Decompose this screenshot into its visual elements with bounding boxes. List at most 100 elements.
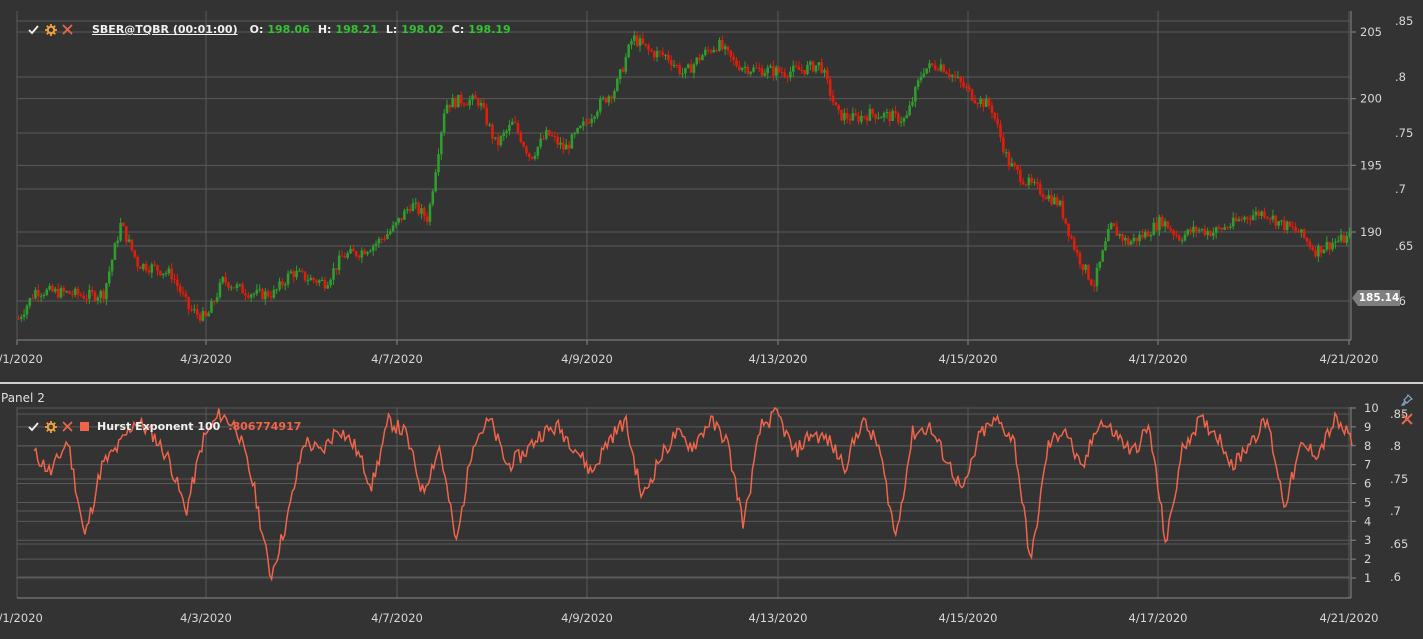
indicator-legend: Hurst Exponent 100 .806774917 [27,420,301,433]
candle-body [794,65,798,67]
candle-body [542,138,545,140]
candle-body [990,105,994,113]
candle-body [735,60,738,67]
candle-body [888,111,892,121]
candle-body [227,282,230,288]
candle-body [743,66,747,68]
candle-body [899,121,903,123]
candle-body [1121,234,1124,241]
candle-body [1291,226,1295,228]
pin-icon[interactable] [1398,391,1416,409]
candle-body [272,289,276,298]
candle-body [570,134,574,149]
ind-axis-label: 3 [1364,533,1371,547]
candle-body [911,101,914,106]
candle-body [462,103,466,105]
candle-body [721,40,724,50]
ind-secondary-axis-label: .7 [1390,504,1401,518]
candle-body [1243,217,1246,220]
candle-body [360,250,364,258]
candle-body [1124,237,1127,241]
candle-body [181,292,185,294]
candle-body [312,277,315,281]
candle-body [879,117,883,119]
candle-body [902,118,906,122]
candle-body [601,97,605,99]
candle-body [448,104,452,108]
visibility-check-icon[interactable] [27,420,40,433]
candle-body [377,238,381,244]
candle-body [545,130,548,139]
candle-body [354,251,358,256]
candle-body [689,64,693,73]
candle-body [638,38,642,46]
candle-body [959,76,963,82]
candle-body [59,288,63,298]
candle-body [1217,227,1221,229]
candle-body [530,157,534,159]
chart-canvas[interactable]: 205200195190.85.8.75.7.65.64/1/20204/3/2… [0,0,1423,639]
candle-body [1237,219,1241,222]
candle-body [633,35,636,42]
candle-body [454,97,457,108]
candle-body [476,99,480,106]
instrument-symbol-link[interactable]: SBER@TQBR (00:01:00) [92,23,238,36]
candle-body [1047,195,1050,200]
candle-body [99,290,103,298]
candle-body [1115,226,1119,236]
candle-body [513,121,517,123]
ind-date-axis-label: 4/17/2020 [1129,611,1188,625]
candle-body [42,295,46,297]
candle-body [1016,166,1019,170]
candle-body [1098,261,1102,268]
color-swatch-icon[interactable] [78,420,91,433]
candle-body [755,67,758,69]
candle-body [258,289,261,291]
candle-body [519,132,523,143]
candle-body [326,285,330,289]
candle-body [164,273,168,275]
ind-axis-label: 5 [1364,495,1371,509]
candle-body [862,115,866,118]
candle-body [919,76,923,81]
candle-body [1050,195,1053,205]
date-axis-label: 4/17/2020 [1129,352,1188,366]
candle-body [763,73,767,76]
remove-close-icon[interactable] [61,420,74,433]
candle-body [232,287,236,289]
candle-body [576,128,579,134]
candle-body [715,49,718,51]
candle-body [607,96,611,103]
candle-body [604,97,608,103]
close-panel-icon[interactable] [1398,410,1416,428]
candle-body [1348,232,1351,236]
candle-body [224,277,227,283]
candle-body [650,49,653,52]
candle-body [400,218,403,220]
candle-body [1251,215,1255,220]
candle-body [564,144,568,150]
candle-body [525,146,528,154]
candle-body [1146,231,1150,237]
candle-body [22,314,26,318]
remove-close-icon[interactable] [61,23,74,36]
candle-body [173,279,176,281]
candle-body [1288,221,1292,227]
price-axis-label: 195 [1360,158,1382,172]
secondary-axis-label: .7 [1395,182,1406,196]
candle-body [769,66,772,68]
settings-gear-icon[interactable] [44,23,57,36]
candle-body [1072,238,1076,250]
candle-body [774,67,778,76]
settings-gear-icon[interactable] [44,420,57,433]
last-price-badge: 185.14 [1352,290,1400,306]
candle-body [65,291,68,293]
candle-body [249,294,253,298]
candle-body [1169,228,1173,231]
candle-body [323,279,327,289]
candle-body [161,273,165,276]
candle-body [931,63,934,66]
visibility-check-icon[interactable] [27,23,40,36]
candle-body [1317,245,1320,257]
candle-body [803,70,806,75]
